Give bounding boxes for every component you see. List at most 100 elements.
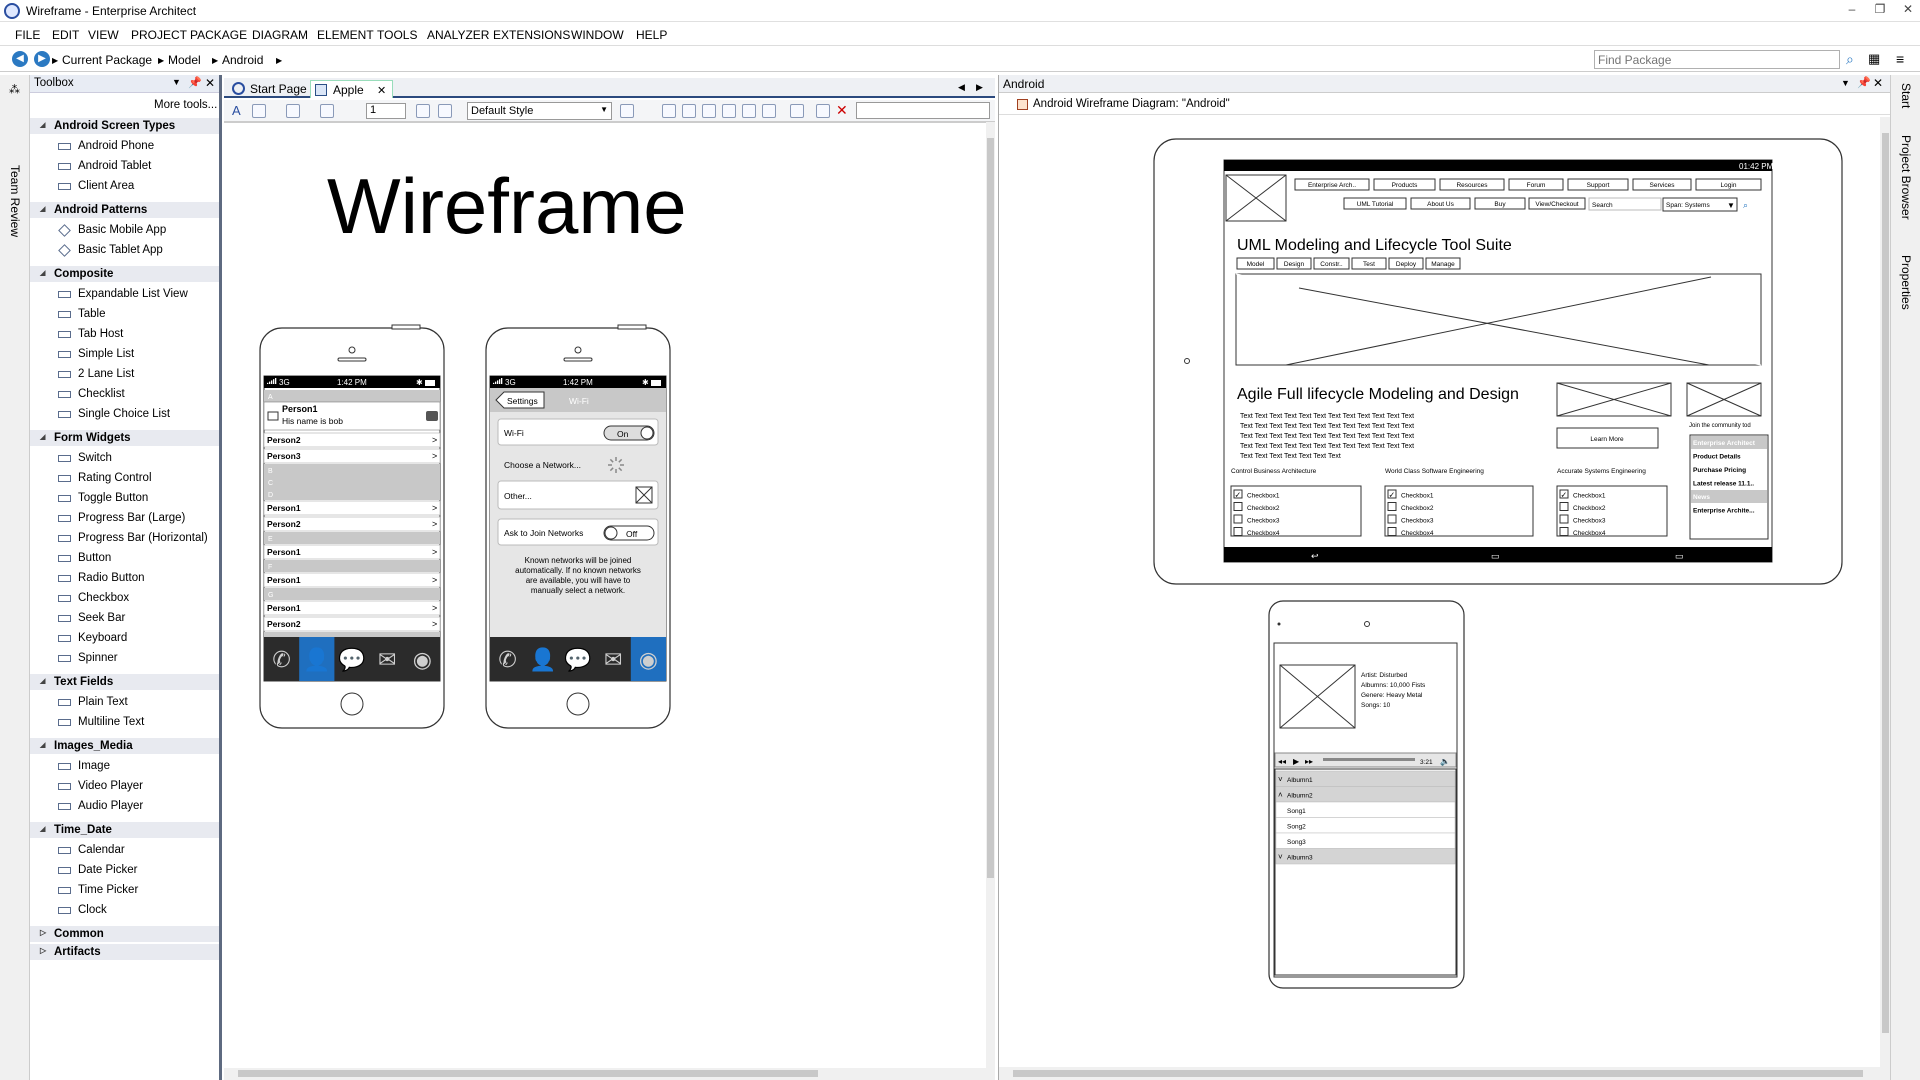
start-tab[interactable]: Start [1899,83,1913,108]
toolbox-item[interactable]: Android Phone [30,138,219,154]
toolbox-category[interactable]: Text Fields [30,674,219,690]
toolbox-category[interactable]: Android Patterns [30,202,219,218]
toolbox-item[interactable]: Image [30,758,219,774]
toolbox-item[interactable]: Clock [30,902,219,918]
toolbox-category[interactable]: Artifacts [30,944,219,960]
tab-start-page[interactable]: Start Page [228,80,313,98]
chevron-right-icon[interactable]: ▶ [276,56,282,65]
chevron-right-icon[interactable]: ▶ [158,56,164,65]
toolbox-item[interactable]: Simple List [30,346,219,362]
hamburger-icon[interactable]: ≡ [1896,51,1904,67]
toolbox-item[interactable]: Single Choice List [30,406,219,422]
menu-element[interactable]: ELEMENT [317,28,374,42]
menu-window[interactable]: WINDOW [571,28,624,42]
tab-apple[interactable]: Apple ✕ [310,80,394,98]
layout-icon[interactable] [790,104,804,118]
breadcrumb-item[interactable]: Model [168,53,201,67]
breadcrumb-item[interactable]: Android [222,53,263,67]
menu-analyzer[interactable]: ANALYZER [427,28,489,42]
toolbox-item[interactable]: Calendar [30,842,219,858]
pencil-icon[interactable] [438,104,452,118]
toolbox-item[interactable]: Switch [30,450,219,466]
toolbox-item[interactable]: Basic Mobile App [30,222,219,238]
android-diagram-canvas[interactable]: 01:42 PM ↩ ▭ ▭ Enterprise Arch.. Products Reso… [999,117,1879,1067]
toolbox-item[interactable]: Date Picker [30,862,219,878]
search-icon[interactable]: ⌕ [1846,51,1854,68]
menu-tools[interactable]: TOOLS [377,28,417,42]
toolbox-item[interactable]: Keyboard [30,630,219,646]
align-top-icon[interactable] [702,104,716,118]
toolbox-item[interactable]: Rating Control [30,470,219,486]
toolbox-item[interactable]: Checklist [30,386,219,402]
menu-project[interactable]: PROJECT [131,28,187,42]
vertical-scrollbar[interactable] [986,122,995,1068]
menu-package[interactable]: PACKAGE [190,28,247,42]
same-size-icon[interactable] [742,104,756,118]
minimize-icon[interactable]: – [1842,2,1862,16]
more-tools-link[interactable]: More tools... [154,99,217,111]
menu-extensions[interactable]: EXTENSIONS [493,28,570,42]
delete-icon[interactable]: ✕ [836,102,848,119]
team-review-tab[interactable]: Team Review [8,165,22,237]
apple-diagram-canvas[interactable]: Wireframe 3G 1:42 PM ✱ A Person1 His name is b… [224,122,986,1068]
horizontal-scrollbar[interactable] [224,1068,995,1080]
font-icon[interactable]: A [232,103,241,118]
horizontal-scrollbar[interactable] [999,1067,1891,1080]
toolbox-item[interactable]: Spinner [30,650,219,666]
menu-file[interactable]: FILE [15,28,40,42]
chevron-right-icon[interactable]: ▶ [212,56,218,65]
grid-icon[interactable]: ▦ [1868,51,1880,67]
close-icon[interactable]: ✕ [1898,2,1918,16]
forward-icon[interactable]: ▶ [34,51,50,67]
toolbox-category[interactable]: Common [30,926,219,942]
pin-icon[interactable]: 📌 [1857,76,1871,89]
toolbox-category[interactable]: Composite [30,266,219,282]
toolbox-item[interactable]: Progress Bar (Large) [30,510,219,526]
toolbox-item[interactable]: Checkbox [30,590,219,606]
toolbox-item[interactable]: Basic Tablet App [30,242,219,258]
zoom-input[interactable]: 1 [366,103,406,119]
toolbox-item[interactable]: Progress Bar (Horizontal) [30,530,219,546]
align-center-icon[interactable] [682,104,696,118]
filter-icon[interactable] [620,104,634,118]
toolbox-item[interactable]: Video Player [30,778,219,794]
menu-help[interactable]: HELP [636,28,667,42]
toolbox-item[interactable]: Radio Button [30,570,219,586]
diagram-search-input[interactable] [856,102,990,119]
menu-edit[interactable]: EDIT [52,28,79,42]
toolbox-category[interactable]: Images_Media [30,738,219,754]
chevron-right-icon[interactable]: ▶ [52,56,58,65]
arrange-icon[interactable] [762,104,776,118]
toolbox-item[interactable]: Audio Player [30,798,219,814]
scroll-left-icon[interactable]: ◀ [958,82,965,93]
restore-icon[interactable]: ❐ [1870,2,1890,16]
toolbox-item[interactable]: Table [30,306,219,322]
toolbox-item[interactable]: Client Area [30,178,219,194]
dropdown-icon[interactable]: ▼ [172,77,181,87]
toolbox-item[interactable]: Plain Text [30,694,219,710]
pin-icon[interactable]: ⁂ [9,83,20,96]
close-icon[interactable]: ✕ [205,76,215,90]
close-icon[interactable]: ✕ [1873,76,1883,90]
project-browser-tab[interactable]: Project Browser [1899,135,1913,220]
toolbox-category[interactable]: Time_Date [30,822,219,838]
menu-diagram[interactable]: DIAGRAM [252,28,308,42]
toolbox-item[interactable]: 2 Lane List [30,366,219,382]
properties-tab[interactable]: Properties [1899,255,1913,310]
toolbox-item[interactable]: Expandable List View [30,286,219,302]
toolbox-item[interactable]: Button [30,550,219,566]
align-left-icon[interactable] [662,104,676,118]
close-tab-icon[interactable]: ✕ [377,85,386,97]
toolbox-category[interactable]: Form Widgets [30,430,219,446]
toolbox-item[interactable]: Multiline Text [30,714,219,730]
style-select[interactable]: Default Style ▼ [467,102,612,120]
toolbox-item[interactable]: Time Picker [30,882,219,898]
align-bottom-icon[interactable] [722,104,736,118]
scroll-right-icon[interactable]: ▶ [976,82,983,93]
menu-view[interactable]: VIEW [88,28,119,42]
line-color-icon[interactable] [320,104,334,118]
toolbox-category[interactable]: Android Screen Types [30,118,219,134]
toolbox-item[interactable]: Tab Host [30,326,219,342]
toolbox-item[interactable]: Seek Bar [30,610,219,626]
fill-color-icon[interactable] [286,104,300,118]
